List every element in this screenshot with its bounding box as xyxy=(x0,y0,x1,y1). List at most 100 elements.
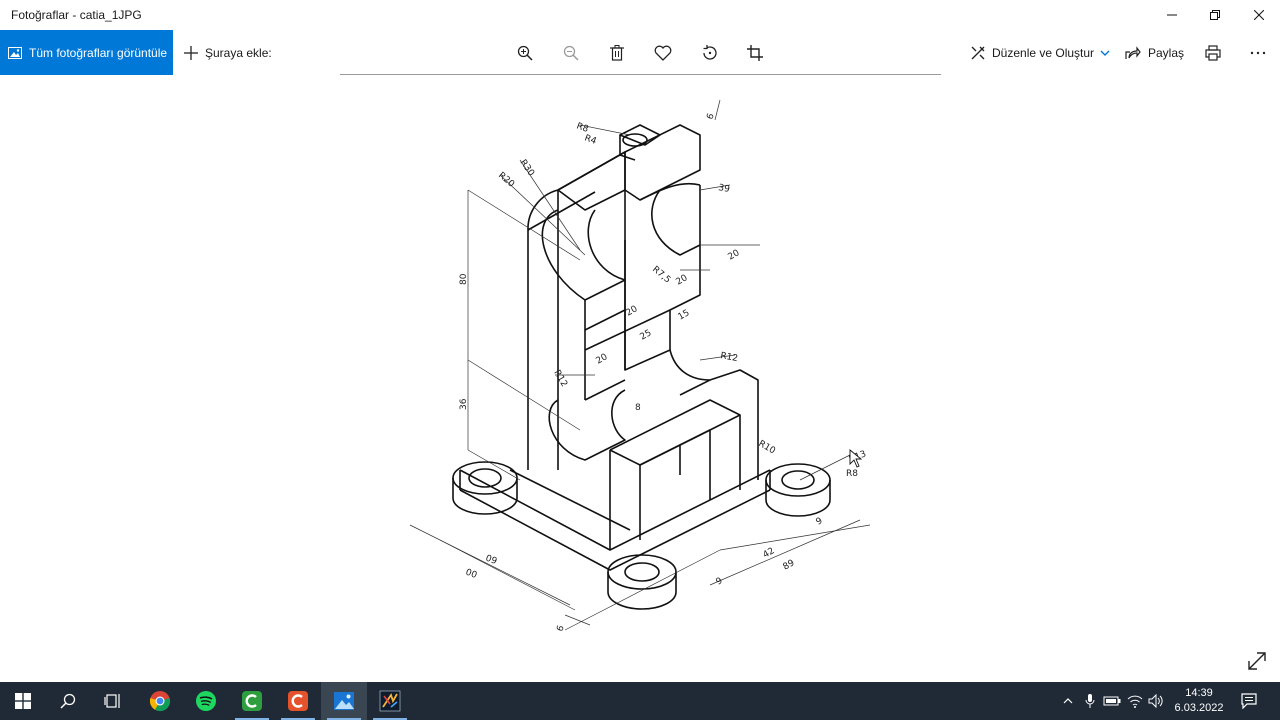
dim-r20: R20 xyxy=(496,171,516,190)
network-button[interactable] xyxy=(1125,691,1145,711)
dim-r30: R30 xyxy=(518,158,537,178)
dim-9-right: 9 xyxy=(815,516,825,528)
dim-20-right: 20 xyxy=(727,248,742,263)
dim-r10: R10 xyxy=(757,439,778,457)
dim-r8-right: R8 xyxy=(846,469,858,479)
edit-create-icon xyxy=(971,46,985,59)
dim-80-height: 80 xyxy=(459,273,469,285)
add-to-button[interactable]: Şuraya ekle: xyxy=(183,30,272,75)
window-title: Fotoğraflar - catia_1JPG xyxy=(11,8,142,22)
taskbar: 14:39 6.03.2022 xyxy=(0,682,1280,720)
plus-icon xyxy=(184,45,198,60)
start-button[interactable] xyxy=(0,682,46,720)
search-icon xyxy=(60,693,76,709)
dim-20-mid: 20 xyxy=(675,273,690,288)
dim-r7-5: R7,5 xyxy=(650,265,672,286)
spotify-icon xyxy=(196,691,216,711)
clock[interactable]: 14:39 6.03.2022 xyxy=(1168,686,1230,716)
photos-icon xyxy=(334,692,354,710)
close-button[interactable] xyxy=(1236,0,1280,30)
more-options-button[interactable] xyxy=(1245,40,1271,66)
camtasia-editor-taskbar-button[interactable] xyxy=(275,682,321,720)
dim-20-lower: 20 xyxy=(595,352,610,367)
rotate-icon xyxy=(703,45,717,60)
search-button[interactable] xyxy=(45,682,91,720)
dim-60: 60 xyxy=(485,551,499,564)
zoom-in-button[interactable] xyxy=(512,40,538,66)
catia-taskbar-button[interactable] xyxy=(367,682,413,720)
chevron-up-icon xyxy=(1063,698,1073,704)
minimize-icon xyxy=(1167,14,1177,16)
dim-00: 00 xyxy=(465,565,479,578)
photos-taskbar-button[interactable] xyxy=(321,682,367,720)
dim-r12-right: R12 xyxy=(719,351,738,364)
clock-time: 14:39 xyxy=(1185,687,1213,699)
isometric-technical-drawing: R8 R4 R30 R20 6 39 20 R7,5 20 20 25 15 2… xyxy=(409,99,871,633)
chrome-icon xyxy=(149,691,171,712)
show-hidden-icons-button[interactable] xyxy=(1058,691,1078,711)
wifi-icon xyxy=(1127,695,1143,708)
dim-6-top: 6 xyxy=(705,112,716,121)
camtasia-recorder-taskbar-button[interactable] xyxy=(229,682,275,720)
chevron-down-icon xyxy=(1100,50,1110,56)
task-view-icon xyxy=(104,694,120,708)
zoom-in-icon xyxy=(517,45,533,61)
print-button[interactable] xyxy=(1200,40,1226,66)
notification-icon xyxy=(1241,693,1257,709)
catia-icon xyxy=(379,690,401,712)
share-button[interactable]: Paylaş xyxy=(1125,30,1184,75)
view-all-photos-label: Tüm fotoğrafları görüntüle xyxy=(29,45,168,60)
clock-date: 6.03.2022 xyxy=(1174,702,1224,714)
battery-button[interactable] xyxy=(1102,691,1122,711)
delete-button[interactable] xyxy=(604,40,630,66)
share-label: Paylaş xyxy=(1148,45,1185,60)
spotify-taskbar-button[interactable] xyxy=(183,682,229,720)
crop-button[interactable] xyxy=(742,40,768,66)
dim-r4: R4 xyxy=(583,133,598,147)
more-dots-icon xyxy=(1250,51,1266,55)
favorite-button[interactable] xyxy=(650,40,676,66)
dim-36-height: 36 xyxy=(459,398,469,410)
camtasia-green-icon xyxy=(242,691,262,711)
dim-r12-left: R12 xyxy=(551,369,569,389)
microphone-icon xyxy=(1085,694,1095,708)
volume-button[interactable] xyxy=(1146,691,1166,711)
add-to-label: Şuraya ekle: xyxy=(205,45,272,60)
zoom-out-icon xyxy=(563,45,579,61)
camtasia-orange-icon xyxy=(288,691,308,711)
fullscreen-expand-icon[interactable] xyxy=(1245,649,1269,673)
photo-gallery-icon xyxy=(8,46,22,59)
task-view-button[interactable] xyxy=(90,682,136,720)
speaker-icon xyxy=(1148,694,1163,708)
dim-42: 42 xyxy=(762,546,777,560)
dim-20-slot: 20 xyxy=(625,304,640,319)
print-icon xyxy=(1205,45,1221,61)
minimize-button[interactable] xyxy=(1149,0,1195,30)
title-bar: Fotoğraflar - catia_1JPG xyxy=(0,0,1280,30)
view-all-photos-button[interactable]: Tüm fotoğrafları görüntüle xyxy=(0,30,173,75)
zoom-out-button[interactable] xyxy=(558,40,584,66)
delete-icon xyxy=(610,45,624,61)
dim-9-bottom: 9 xyxy=(715,576,725,588)
rotate-button[interactable] xyxy=(697,40,723,66)
windows-start-icon xyxy=(15,693,31,709)
dimension-lines xyxy=(409,99,871,631)
command-bar: Tüm fotoğrafları görüntüle Şuraya ekle: … xyxy=(0,30,1280,75)
edit-and-create-label: Düzenle ve Oluştur xyxy=(992,45,1095,60)
restore-icon xyxy=(1210,10,1220,20)
crop-icon xyxy=(747,45,763,61)
battery-icon xyxy=(1103,696,1121,706)
dim-15: 15 xyxy=(677,308,692,322)
dim-89: 89 xyxy=(782,558,797,573)
dim-8: 8 xyxy=(635,403,641,413)
dim-39: 39 xyxy=(717,183,730,195)
dim-6-bottom: 6 xyxy=(555,624,566,633)
restore-button[interactable] xyxy=(1192,0,1238,30)
microphone-button[interactable] xyxy=(1080,691,1100,711)
edit-and-create-button[interactable]: Düzenle ve Oluştur xyxy=(970,30,1110,75)
part-outline xyxy=(452,124,831,610)
action-center-button[interactable] xyxy=(1239,691,1259,711)
favorite-heart-icon xyxy=(654,45,672,61)
close-icon xyxy=(1254,10,1264,20)
chrome-taskbar-button[interactable] xyxy=(137,682,183,720)
